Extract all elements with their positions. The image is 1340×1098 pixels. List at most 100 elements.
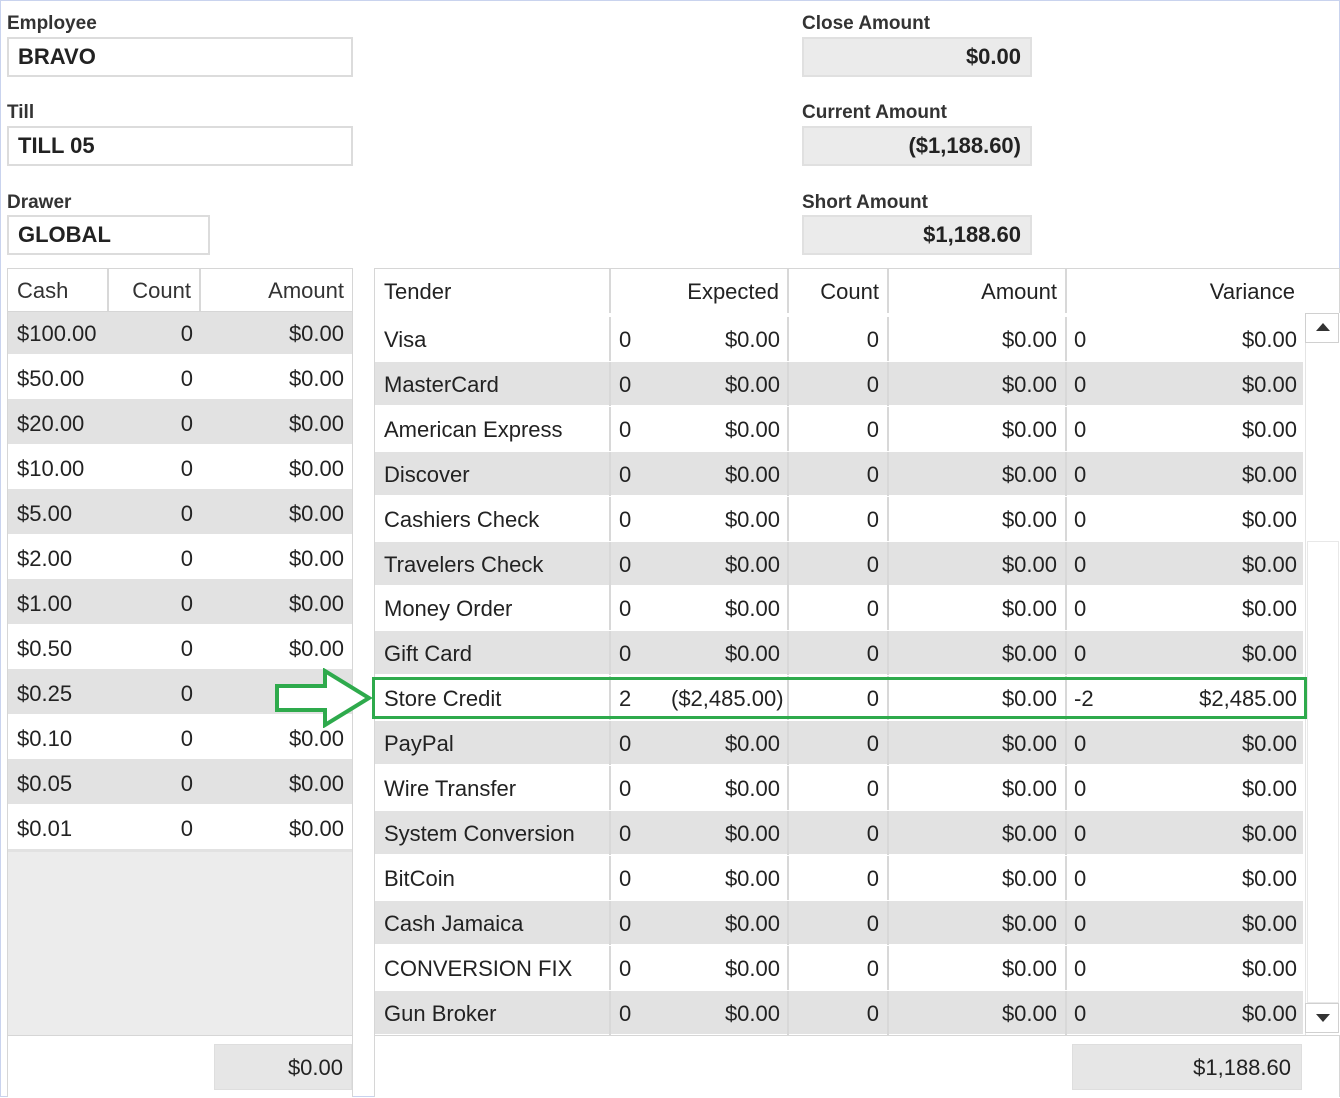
tender-row[interactable]: Discover 0 $0.00 0 $0.00 0 $0.00 [375,451,1303,496]
count-column-header[interactable]: Count [109,269,201,311]
cash-amount-cell: $0.00 [288,501,344,526]
tender-row[interactable]: MasterCard 0 $0.00 0 $0.00 0 $0.00 [375,361,1303,406]
cash-row[interactable]: $5.00 0 $0.00 [8,492,352,537]
till-field[interactable]: TILL 05 [7,126,353,166]
tender-amount-cell: $0.00 [889,586,1067,631]
cash-row[interactable]: $10.00 0 $0.00 [8,447,352,492]
expected-column-header[interactable]: Expected [611,269,789,313]
variance-column-header[interactable]: Variance [1067,269,1303,313]
cash-count-cell[interactable]: 0 [109,312,201,354]
tender-name: American Express [375,406,611,451]
tender-count-cell[interactable]: 0 [789,496,889,541]
drawer-label: Drawer [7,192,72,213]
cash-count-cell[interactable]: 0 [109,807,201,849]
tender-count-cell[interactable]: 0 [789,361,889,406]
tender-row[interactable]: CONVERSION FIX 0 $0.00 0 $0.00 0 $0.00 [375,945,1303,990]
tender-row[interactable]: BitCoin 0 $0.00 0 $0.00 0 $0.00 [375,855,1303,900]
tender-row[interactable]: Cash Jamaica 0 $0.00 0 $0.00 0 $0.00 [375,900,1303,945]
tender-count-cell[interactable]: 0 [789,855,889,900]
tender-amount-cell: $0.00 [889,406,1067,451]
cash-denomination: $100.00 [17,321,97,346]
cash-denomination: $10.00 [17,456,85,481]
tender-row[interactable]: PayPal 0 $0.00 0 $0.00 0 $0.00 [375,721,1303,766]
cash-count-cell[interactable]: 0 [109,762,201,804]
variance-amount-cell: $0.00 [1241,820,1297,846]
cash-amount-cell: $0.00 [288,546,344,571]
tender-count-cell[interactable]: 0 [789,451,889,496]
tender-count-cell[interactable]: 0 [789,631,889,676]
variance-amount-cell: $0.00 [1241,910,1297,936]
expected-amount-cell: $0.00 [671,496,789,541]
cash-count-cell[interactable]: 0 [109,537,201,579]
cash-row[interactable]: $0.01 0 $0.00 [8,807,352,852]
scroll-down-button[interactable] [1305,1003,1339,1033]
expected-count-cell: 0 [619,551,632,577]
tender-count-cell[interactable]: 0 [789,810,889,855]
tender-count-cell[interactable]: 0 [789,406,889,451]
variance-amount-cell: $0.00 [1241,551,1297,577]
cash-row[interactable]: $2.00 0 $0.00 [8,537,352,582]
amount-column-header[interactable]: Amount [201,269,352,311]
drawer-field[interactable]: GLOBAL [7,215,210,255]
cash-row[interactable]: $0.05 0 $0.00 [8,762,352,807]
cash-row[interactable]: $1.00 0 $0.00 [8,582,352,627]
expected-count-cell: 0 [619,776,632,801]
cash-row[interactable]: $0.50 0 $0.00 [8,627,352,672]
cash-count-cell[interactable]: 0 [109,357,201,399]
tender-row[interactable]: Money Order 0 $0.00 0 $0.00 0 $0.00 [375,586,1303,631]
tender-count-cell[interactable]: 0 [789,990,889,1035]
cash-count-cell[interactable]: 0 [109,582,201,624]
current-amount-label: Current Amount [802,102,947,123]
cash-count-cell[interactable]: 0 [109,717,201,759]
variance-count-cell: 0 [1074,461,1087,487]
expected-count-cell: 0 [619,416,632,442]
cash-count-cell[interactable]: 0 [109,447,201,489]
tender-row[interactable]: Store Credit 2 ($2,485.00) 0 $0.00 -2 $2,485.0… [375,676,1303,721]
cash-row[interactable]: $50.00 0 $0.00 [8,357,352,402]
tender-row[interactable]: Visa 0 $0.00 0 $0.00 0 $0.00 [375,317,1303,361]
tender-amount-cell: $0.00 [889,766,1067,810]
expected-count-cell: 0 [619,820,632,846]
tender-row[interactable]: System Conversion 0 $0.00 0 $0.00 0 $0.00 [375,810,1303,855]
tender-count-cell[interactable]: 0 [789,541,889,586]
tender-count-cell[interactable]: 0 [789,766,889,810]
cash-column-header[interactable]: Cash [8,269,109,311]
scrollbar-thumb[interactable] [1307,541,1339,1003]
tender-name: BitCoin [375,855,611,900]
cash-grid-header: Cash Count Amount [8,269,352,312]
cash-count-cell[interactable]: 0 [109,402,201,444]
employee-field[interactable]: BRAVO [7,37,353,77]
tender-count-cell[interactable]: 0 [789,317,889,361]
tender-name: Gun Broker [375,990,611,1035]
amount-column-header[interactable]: Amount [889,269,1067,313]
cash-row[interactable]: $20.00 0 $0.00 [8,402,352,447]
scroll-up-button[interactable] [1305,313,1339,343]
tender-amount-cell: $0.00 [889,451,1067,496]
expected-count-cell: 0 [619,506,632,532]
tender-count-cell[interactable]: 0 [789,945,889,990]
tender-count-cell[interactable]: 0 [789,900,889,945]
cash-count-cell[interactable]: 0 [109,672,201,714]
tender-count-cell[interactable]: 0 [789,676,889,721]
expected-amount-cell: ($2,485.00) [671,676,789,721]
tender-count-cell[interactable]: 0 [789,586,889,631]
tender-row[interactable]: Gun Broker 0 $0.00 0 $0.00 0 $0.00 [375,990,1303,1035]
tender-column-header[interactable]: Tender [375,269,611,313]
expected-count-cell: 0 [619,641,632,667]
count-column-header[interactable]: Count [789,269,889,313]
tender-row[interactable]: Wire Transfer 0 $0.00 0 $0.00 0 $0.00 [375,766,1303,810]
cash-row[interactable]: $100.00 0 $0.00 [8,312,352,357]
variance-count-cell: 0 [1074,551,1087,577]
tender-row[interactable]: Travelers Check 0 $0.00 0 $0.00 0 $0.00 [375,541,1303,586]
tender-row[interactable]: Gift Card 0 $0.00 0 $0.00 0 $0.00 [375,631,1303,676]
tender-row[interactable]: Cashiers Check 0 $0.00 0 $0.00 0 $0.00 [375,496,1303,541]
cash-count-cell[interactable]: 0 [109,492,201,534]
tender-row[interactable]: American Express 0 $0.00 0 $0.00 0 $0.00 [375,406,1303,451]
variance-count-cell: 0 [1074,371,1087,397]
cash-count-cell[interactable]: 0 [109,627,201,669]
tender-count-cell[interactable]: 0 [789,721,889,766]
variance-amount-cell: $0.00 [1241,865,1297,891]
expected-amount-cell: $0.00 [671,451,789,496]
tender-grid-header: Tender Expected Count Amount Variance [375,269,1305,315]
variance-amount-cell: $0.00 [1241,776,1297,801]
